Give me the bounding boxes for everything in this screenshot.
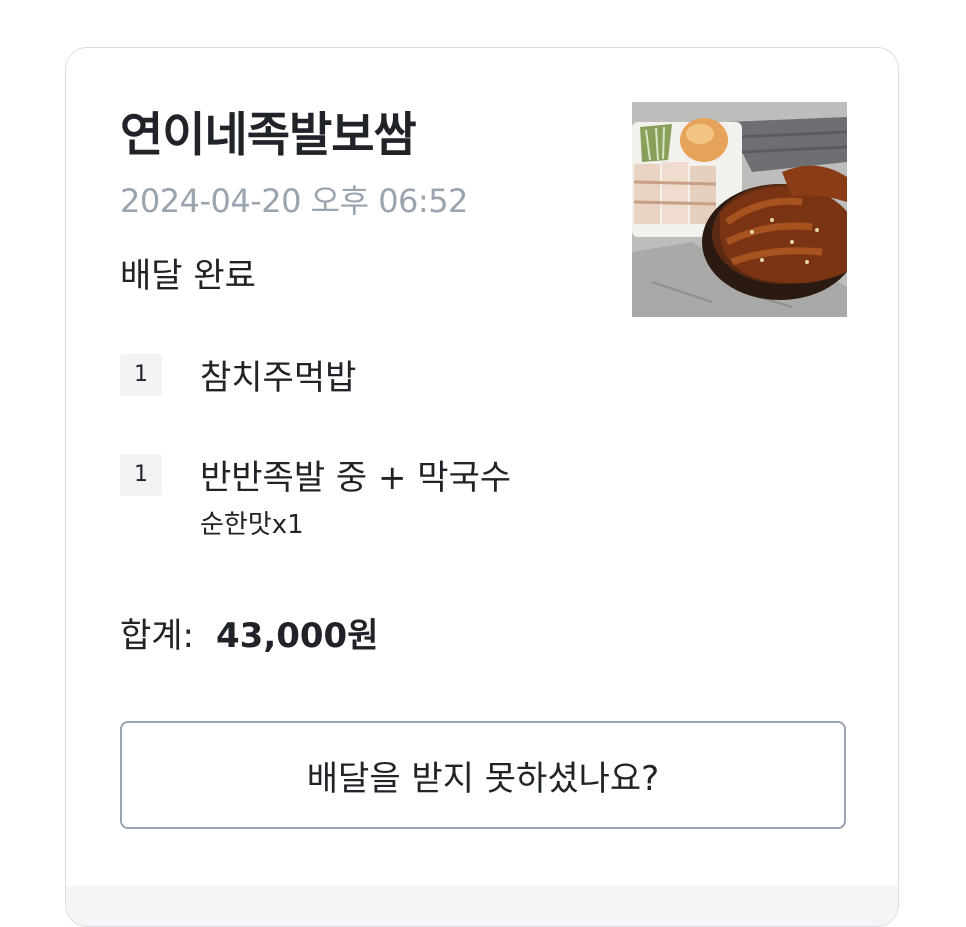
- item-quantity-badge: 1: [120, 454, 162, 496]
- card-footer: [66, 886, 898, 926]
- store-name[interactable]: 연이네족발보쌈: [120, 96, 417, 165]
- total-label: 합계:: [120, 616, 195, 656]
- delivery-not-received-button[interactable]: 배달을 받지 못하셨나요?: [120, 721, 846, 829]
- order-datetime: 2024-04-20 오후 06:52: [120, 182, 468, 220]
- order-card[interactable]: 연이네족발보쌈 2024-04-20 오후 06:52 배달 완료 1 참치주먹…: [65, 47, 899, 927]
- item-name: 반반족발 중 + 막국수: [200, 458, 512, 498]
- item-name: 참치주먹밥: [200, 358, 357, 398]
- order-total: 합계: 43,000원: [120, 608, 379, 657]
- total-amount: 43,000원: [216, 616, 379, 656]
- order-status: 배달 완료: [120, 256, 256, 296]
- item-quantity-badge: 1: [120, 354, 162, 396]
- item-option: 순한맛x1: [200, 510, 304, 540]
- food-photo-icon[interactable]: [632, 102, 847, 317]
